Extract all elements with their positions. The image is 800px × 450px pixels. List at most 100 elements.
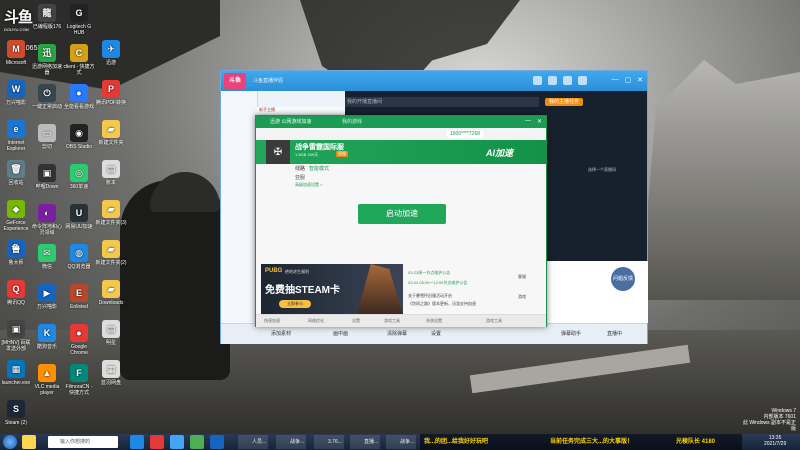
app-icon: ●	[70, 84, 88, 102]
app-icon[interactable]	[170, 435, 184, 449]
maximize-icon[interactable]: ▢	[625, 76, 632, 84]
clear-danmaku-button[interactable]: 清除弹幕	[387, 330, 407, 337]
desktop-icon[interactable]: ▦ 蓝羽网盘	[95, 360, 127, 386]
desktop-icon[interactable]: ◉ OBS Studio	[63, 124, 95, 150]
desktop-icon[interactable]: 迅迅游网络加速器	[31, 44, 63, 76]
ad-cta-button[interactable]: 立即参与	[279, 300, 311, 308]
task-pill[interactable]: 我的主播任务	[545, 98, 584, 106]
desktop-icon[interactable]: S Steam (2)	[0, 400, 32, 426]
steam-ad-banner[interactable]: PUBG 绝地求生福利 免费抽STEAM卡 立即参与	[261, 264, 403, 314]
side-game[interactable]: 游戏	[518, 294, 526, 300]
app-icon: ▣	[38, 164, 56, 182]
desktop-icon[interactable]: ▰ 新建文件夹(2)	[95, 240, 127, 266]
start-button[interactable]	[3, 435, 17, 449]
desktop-icon[interactable]: ▣ 哔哩Down	[31, 164, 63, 190]
footer-item[interactable]: 设置	[352, 318, 360, 324]
desktop-icon[interactable]: ▲ VLC media player	[31, 364, 63, 396]
desktop-icon[interactable]: W 万兴喵影	[0, 80, 32, 106]
taskbar-task[interactable]: 战争...	[386, 435, 417, 449]
desktop-icon[interactable]: E Enlisted	[63, 284, 95, 310]
desktop-icon[interactable]: ▣ [MHNV] 百联发送外部	[0, 320, 32, 352]
desktop-icon[interactable]: ▤ 明星	[95, 320, 127, 346]
desktop-icon[interactable]: e Internet Explorer	[0, 120, 32, 152]
desktop-icon-label: QQ浏览器	[67, 264, 91, 270]
window-titlebar[interactable]: 斗鱼 斗鱼直播伴侣 — ▢ ✕	[221, 71, 647, 91]
browser-icon[interactable]	[130, 435, 144, 449]
folder-icon[interactable]	[22, 435, 36, 449]
app-icon: ✈	[102, 40, 120, 58]
desktop-icon[interactable]: ▤ 账本	[95, 160, 127, 186]
desktop-icon[interactable]: ▭ 剪切	[31, 124, 63, 150]
desktop-icon[interactable]: M Microsoft	[0, 40, 32, 66]
taskbar-task[interactable]: 战争...	[276, 435, 307, 449]
gift-icon[interactable]	[563, 76, 572, 85]
desktop-icon-label: 万兴喵影	[5, 100, 26, 106]
desktop-icon[interactable]: U 网易UU加速	[63, 204, 95, 230]
news-item[interactable]: 《剑网之路》版本更新，迅游支持加速	[408, 300, 476, 308]
left-toolbar	[221, 91, 258, 323]
footer-item[interactable]: 游戏工具	[384, 318, 400, 324]
message-icon[interactable]	[548, 76, 557, 85]
settings-button[interactable]: 设置	[431, 330, 441, 337]
side-customer-service[interactable]: 客服	[518, 274, 526, 280]
desktop-icon[interactable]: ✉ 微信	[31, 244, 63, 270]
desktop-icon[interactable]: Q 腾讯QQ	[0, 280, 32, 306]
desktop-icon[interactable]: ● Google Chrome	[63, 324, 95, 356]
desktop-icon[interactable]: P 腾讯PDF转换	[95, 80, 127, 106]
desktop-icon[interactable]: ▦ launcher.exe	[0, 360, 32, 386]
taskbar-task[interactable]: 3.76...	[314, 435, 344, 449]
chrome-icon[interactable]	[190, 435, 204, 449]
news-item[interactable]: 关于暴雪怀旧服活动开启	[408, 292, 476, 300]
start-accelerate-button[interactable]: 启动加速	[358, 204, 446, 224]
desktop-icon[interactable]: ◎ 360单速	[63, 164, 95, 190]
minimize-icon[interactable]: —	[612, 76, 619, 84]
feedback-button[interactable]: 问题反馈	[611, 267, 635, 291]
minimize-icon[interactable]: —	[525, 118, 531, 125]
taskbar-task[interactable]: 人员...	[238, 435, 269, 449]
desktop-icon[interactable]: Cclient - 快捷方式	[63, 44, 95, 76]
accelerator-titlebar[interactable]: 迅游 公网游戏加速 我的游戏 — ✕	[256, 116, 546, 128]
notice-item[interactable]: 03-04 05:00～12:00节点维护公告	[408, 278, 467, 288]
close-icon[interactable]: ✕	[537, 118, 542, 125]
desktop-icon[interactable]: ▶ 万兴喵影	[31, 284, 63, 310]
advanced-settings-link[interactable]: 高级加速设置 >	[295, 182, 322, 188]
desktop-icon[interactable]: ⏻ 一键正常启动	[31, 84, 63, 110]
desktop-icon[interactable]: ◐ 命令阵地和心灵领域	[31, 204, 63, 236]
desktop-icon[interactable]: ▰ Downloads	[95, 280, 127, 306]
region-label[interactable]: 亚服	[295, 174, 305, 181]
desktop-icon[interactable]: ◆ GeForce Experience	[0, 200, 32, 232]
footer-item[interactable]: 网络优化	[308, 318, 324, 324]
room-title-field[interactable]: 我的开播直播间	[345, 97, 539, 107]
footer-item[interactable]: 游戏工具	[486, 318, 502, 324]
taskbar-search[interactable]: 输入你想搜的	[48, 436, 118, 448]
notice-item[interactable]: 03-23周一节点维护公告	[408, 268, 467, 278]
desktop-icon[interactable]: 鲁鲁大师	[0, 240, 32, 266]
app-icon: ▦	[7, 360, 25, 378]
menu-icon[interactable]	[578, 76, 587, 85]
desktop-icon[interactable]: ▰ 新建文件夹	[95, 120, 127, 146]
pip-button[interactable]: 画中画	[333, 330, 348, 337]
desktop-icon[interactable]: K 酷狗音乐	[31, 324, 63, 350]
footer-item[interactable]: 系统设置	[426, 318, 442, 324]
app-icon[interactable]	[150, 435, 164, 449]
scene-row[interactable]: 新手主播	[257, 107, 345, 115]
account-badge[interactable]: 1500****7268	[446, 130, 485, 138]
desktop-icon[interactable]: ✈ 迅游	[95, 40, 127, 66]
desktop-icon-label: 微信	[41, 264, 52, 270]
add-source-button[interactable]: 添加素材	[271, 330, 291, 337]
app-icon[interactable]	[210, 435, 224, 449]
skin-icon[interactable]	[533, 76, 542, 85]
taskbar-task[interactable]: 直播...	[350, 435, 381, 449]
desktop-icon[interactable]: G Logitech G HUB	[63, 4, 95, 36]
desktop-icon[interactable]: F FilmoraCN - 快捷方式	[63, 364, 95, 396]
desktop-icon[interactable]: 龍已编程版176	[31, 4, 63, 30]
system-clock[interactable]: 13:35 2021/7/29	[764, 435, 786, 447]
desktop-icon[interactable]: 🗑 回收站	[0, 160, 32, 186]
desktop-icon[interactable]: ▰ 新建文件夹(3)	[95, 200, 127, 226]
mode-row[interactable]: 线路 智能模式	[295, 165, 329, 172]
close-icon[interactable]: ✕	[637, 76, 643, 84]
danmaku-helper-button[interactable]: 弹幕助手	[561, 330, 581, 337]
footer-item[interactable]: 快速加速	[264, 318, 280, 324]
desktop-icon[interactable]: ● 全能看看游戏	[63, 84, 95, 110]
desktop-icon[interactable]: ◍ QQ浏览器	[63, 244, 95, 270]
